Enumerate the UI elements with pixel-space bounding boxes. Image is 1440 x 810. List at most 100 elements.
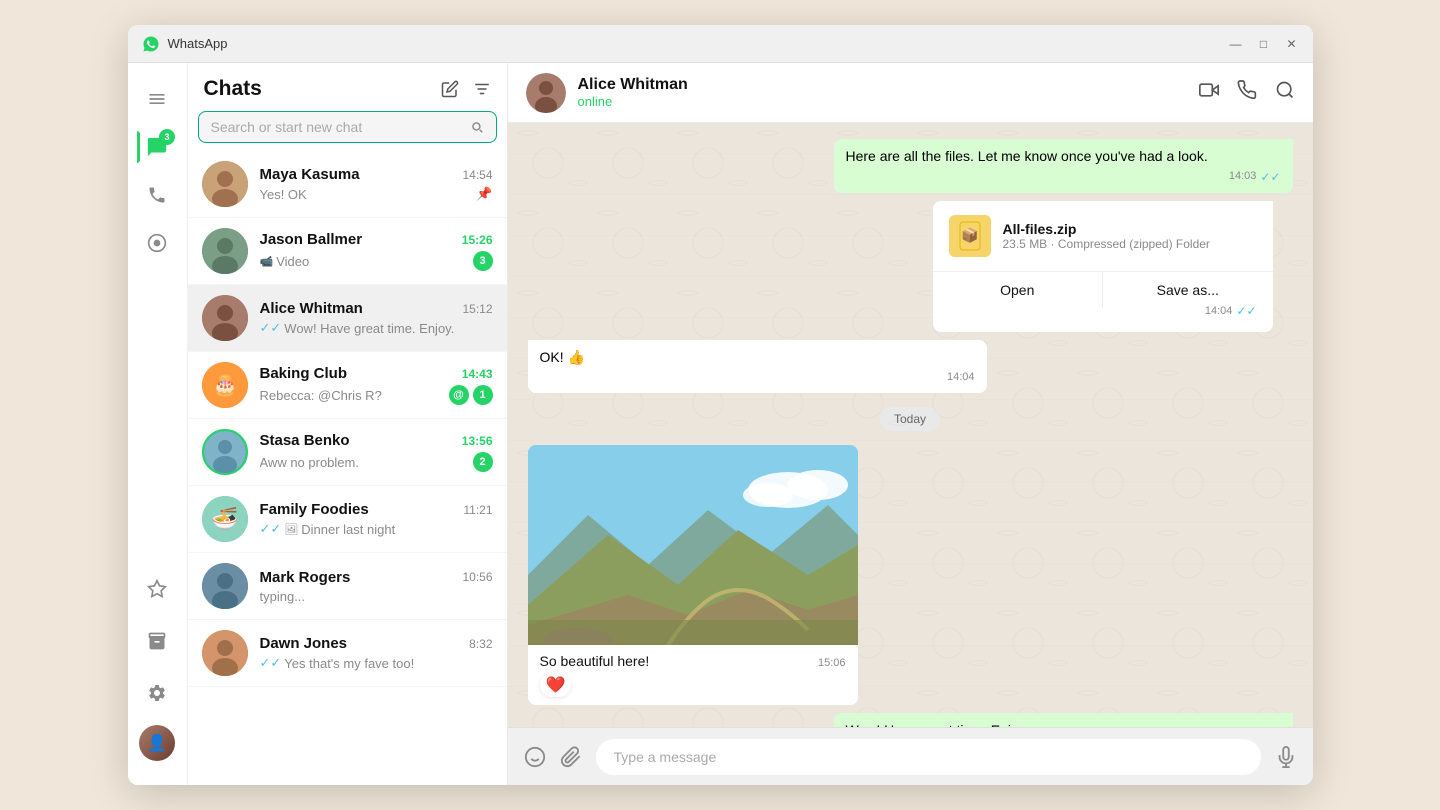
app-title: WhatsApp bbox=[168, 36, 1229, 51]
search-chat-button[interactable] bbox=[1275, 80, 1295, 105]
video-call-button[interactable] bbox=[1199, 80, 1219, 105]
chat-item-stasa[interactable]: Stasa Benko 13:56 Aww no problem. 2 bbox=[188, 419, 507, 486]
chat-info-alice: Alice Whitman 15:12 ✓✓ Wow! Have great t… bbox=[260, 300, 493, 336]
chat-preview-jason: 📹 Video bbox=[260, 254, 310, 269]
chat-list: Maya Kasuma 14:54 Yes! OK 📌 bbox=[188, 151, 507, 785]
chat-info-dawn: Dawn Jones 8:32 ✓✓ Yes that's my fave to… bbox=[260, 635, 493, 671]
chat-name-baking: Baking Club bbox=[260, 365, 348, 382]
chat-time-baking: 14:43 bbox=[462, 367, 493, 381]
nav-top: 3 bbox=[137, 73, 177, 569]
message-input[interactable] bbox=[596, 739, 1261, 775]
chat-preview-stasa: Aww no problem. bbox=[260, 455, 359, 470]
chat-time-jason: 15:26 bbox=[462, 233, 493, 247]
nav-menu-icon[interactable] bbox=[137, 79, 177, 119]
attachment-button[interactable] bbox=[560, 746, 582, 768]
chat-info-jason: Jason Ballmer 15:26 📹 Video 3 bbox=[260, 231, 493, 271]
unread-badge-jason: 3 bbox=[473, 251, 493, 271]
chat-name-row-mark: Mark Rogers 10:56 bbox=[260, 569, 493, 586]
chat-preview-row-stasa: Aww no problem. 2 bbox=[260, 452, 493, 472]
title-bar: WhatsApp — □ ✕ bbox=[128, 25, 1313, 63]
avatar-stasa bbox=[202, 429, 248, 475]
avatar-alice bbox=[202, 295, 248, 341]
new-chat-button[interactable] bbox=[441, 80, 459, 98]
sidebar: Chats bbox=[188, 63, 508, 785]
chat-name-row-jason: Jason Ballmer 15:26 bbox=[260, 231, 493, 248]
chat-name-row-alice: Alice Whitman 15:12 bbox=[260, 300, 493, 317]
chats-badge: 3 bbox=[159, 129, 175, 145]
message-bubble-m2: 📦 All-files.zip 23.5 MB · Compressed (zi… bbox=[933, 201, 1293, 332]
message-bubble-m6: Wow! Have great time. Enjoy. 15:12 ✓✓ bbox=[834, 713, 1293, 727]
minimize-button[interactable]: — bbox=[1229, 37, 1243, 51]
image-preview-icon-family: 🖼 bbox=[284, 523, 298, 536]
nav-bottom: 👤 bbox=[137, 569, 177, 775]
chat-header-avatar[interactable] bbox=[526, 73, 566, 113]
bubble-meta-m1: 14:03 ✓✓ bbox=[846, 169, 1281, 186]
nav-profile-avatar[interactable]: 👤 bbox=[139, 725, 175, 761]
close-button[interactable]: ✕ bbox=[1285, 37, 1299, 51]
message-text-m1: Here are all the files. Let me know once… bbox=[846, 148, 1208, 164]
img-caption-area: So beautiful here! 15:06 ❤️ bbox=[528, 645, 858, 705]
pin-icon-maya: 📌 bbox=[476, 186, 492, 202]
double-check-dawn: ✓✓ bbox=[260, 655, 282, 671]
bubble-time-m2: 14:04 bbox=[1205, 305, 1233, 317]
file-bubble-m2: 📦 All-files.zip 23.5 MB · Compressed (zi… bbox=[933, 201, 1273, 332]
avatar-mark bbox=[202, 563, 248, 609]
chat-name-maya: Maya Kasuma bbox=[260, 166, 360, 183]
chat-item-family[interactable]: 🍜 Family Foodies 11:21 ✓✓ 🖼 Dinner last … bbox=[188, 486, 507, 553]
nav-calls-icon[interactable] bbox=[137, 175, 177, 215]
chat-preview-row-family: ✓✓ 🖼 Dinner last night bbox=[260, 521, 493, 537]
sidebar-header: Chats bbox=[188, 63, 507, 111]
emoji-button[interactable] bbox=[524, 746, 546, 768]
chat-header: Alice Whitman online bbox=[508, 63, 1313, 123]
file-open-button[interactable]: Open bbox=[933, 272, 1104, 308]
file-save-button[interactable]: Save as... bbox=[1103, 272, 1273, 308]
avatar-family: 🍜 bbox=[202, 496, 248, 542]
chat-header-name: Alice Whitman bbox=[578, 76, 1187, 94]
chat-header-actions bbox=[1199, 80, 1295, 105]
nav-archived-icon[interactable] bbox=[137, 621, 177, 661]
nav-starred-icon[interactable] bbox=[137, 569, 177, 609]
chat-name-row-baking: Baking Club 14:43 bbox=[260, 365, 493, 382]
chat-item-dawn[interactable]: Dawn Jones 8:32 ✓✓ Yes that's my fave to… bbox=[188, 620, 507, 687]
search-bar bbox=[198, 111, 497, 143]
mention-badge-baking: @ bbox=[449, 385, 469, 405]
nav-settings-icon[interactable] bbox=[137, 673, 177, 713]
svg-text:🍜: 🍜 bbox=[211, 506, 238, 531]
voice-call-button[interactable] bbox=[1237, 80, 1257, 105]
chat-name-jason: Jason Ballmer bbox=[260, 231, 363, 248]
chat-preview-row-alice: ✓✓ Wow! Have great time. Enjoy. bbox=[260, 320, 493, 336]
checkmarks-m2: ✓✓ bbox=[1236, 304, 1256, 318]
whatsapp-logo bbox=[142, 35, 160, 53]
chat-name-mark: Mark Rogers bbox=[260, 569, 351, 586]
chat-preview-maya: Yes! OK bbox=[260, 187, 307, 202]
unread-badge-baking: 1 bbox=[473, 385, 493, 405]
chat-name-row-dawn: Dawn Jones 8:32 bbox=[260, 635, 493, 652]
chat-item-jason[interactable]: Jason Ballmer 15:26 📹 Video 3 bbox=[188, 218, 507, 285]
left-nav: 3 bbox=[128, 63, 188, 785]
avatar-baking: 🎂 bbox=[202, 362, 248, 408]
message-text-m6: Wow! Have great time. Enjoy. bbox=[846, 722, 1029, 727]
chat-time-alice: 15:12 bbox=[462, 302, 492, 316]
chat-item-maya[interactable]: Maya Kasuma 14:54 Yes! OK 📌 bbox=[188, 151, 507, 218]
chat-header-status: online bbox=[578, 94, 1187, 109]
chat-time-mark: 10:56 bbox=[462, 570, 492, 584]
chat-item-alice[interactable]: Alice Whitman 15:12 ✓✓ Wow! Have great t… bbox=[188, 285, 507, 352]
nav-status-icon[interactable] bbox=[137, 223, 177, 263]
app-window: WhatsApp — □ ✕ bbox=[128, 25, 1313, 785]
svg-text:🎂: 🎂 bbox=[212, 373, 237, 397]
filter-button[interactable] bbox=[473, 80, 491, 98]
nav-chats-icon[interactable]: 3 bbox=[137, 127, 177, 167]
maximize-button[interactable]: □ bbox=[1257, 37, 1271, 51]
chat-item-mark[interactable]: Mark Rogers 10:56 typing... bbox=[188, 553, 507, 620]
double-check-family: ✓✓ bbox=[260, 521, 282, 537]
img-meta: 15:06 bbox=[818, 657, 846, 669]
search-input[interactable] bbox=[211, 119, 462, 135]
chat-name-row-stasa: Stasa Benko 13:56 bbox=[260, 432, 493, 449]
chat-time-maya: 14:54 bbox=[462, 168, 492, 182]
chat-preview-row-mark: typing... bbox=[260, 589, 493, 604]
chat-preview-mark: typing... bbox=[260, 589, 306, 604]
file-name-m2: All-files.zip bbox=[1003, 221, 1210, 237]
chat-preview-family: ✓✓ 🖼 Dinner last night bbox=[260, 521, 396, 537]
chat-item-baking[interactable]: 🎂 Baking Club 14:43 Rebecca: @Chris R? @… bbox=[188, 352, 507, 419]
mic-button[interactable] bbox=[1275, 746, 1297, 768]
